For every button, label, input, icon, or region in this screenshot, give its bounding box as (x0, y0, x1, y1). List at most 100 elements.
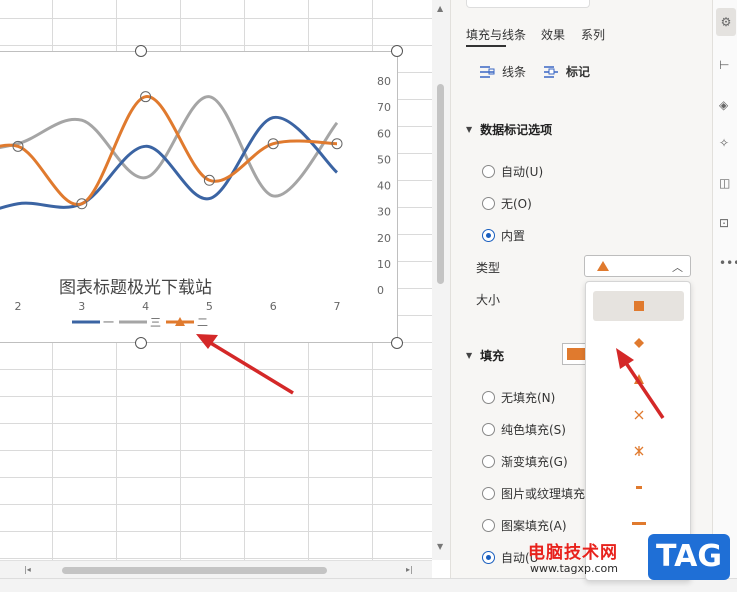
radio-label: 无(O) (501, 197, 532, 211)
caret-down-icon: ▼ (466, 351, 473, 360)
layout-icon[interactable]: ⊢ (719, 58, 729, 72)
radio-marker-none[interactable]: 无(O) (482, 195, 532, 212)
radio-marker-auto[interactable]: 自动(U) (482, 163, 543, 180)
radio-label: 纯色填充(S) (501, 423, 566, 437)
fill-section-title: 填充 (480, 349, 505, 363)
more-icon[interactable]: ••• (719, 256, 737, 270)
grid-row-line (0, 396, 432, 397)
scrollbar-thumb[interactable] (62, 567, 327, 574)
marker-option-diamond[interactable] (593, 328, 684, 358)
radio-label: 无填充(N) (501, 391, 556, 405)
scroll-right-arrow[interactable]: ▸| (406, 565, 413, 574)
watermark-text: 电脑技术网 (528, 543, 618, 563)
radio-label: 图案填充(A) (501, 519, 567, 533)
grid-row-line (0, 450, 432, 451)
resize-handle-top[interactable] (135, 45, 147, 57)
radio-fill-none[interactable]: 无填充(N) (482, 389, 555, 406)
vertical-scrollbar[interactable]: ▲ ▼ (432, 0, 450, 560)
panel-top-box (466, 0, 590, 8)
x-tick-label: 7 (334, 300, 341, 313)
grid-row-line (0, 477, 432, 478)
marker-icon (544, 65, 558, 78)
subtab-marker[interactable]: 标记 (542, 63, 590, 80)
radio-button[interactable] (482, 487, 495, 500)
tab-series[interactable]: 系列 (581, 26, 605, 43)
diamond-marker-icon (633, 338, 644, 348)
horizontal-scrollbar[interactable]: |◂ ▸| (0, 560, 432, 578)
y-tick-label: 50 (377, 153, 391, 166)
radio-fill-picture[interactable]: 图片或纹理填充 (482, 485, 585, 502)
y-tick-label: 20 (377, 232, 391, 245)
chart-plot: 0 10 20 30 40 50 60 70 80 2 3 4 5 6 7 一 三 二 (0, 75, 391, 329)
long-dash-marker-icon (631, 522, 646, 525)
x-tick-label: 2 (15, 300, 22, 313)
legend-label: 三 (150, 316, 161, 329)
radio-button[interactable] (482, 229, 495, 242)
legend-label: 一 (103, 316, 114, 329)
radio-button[interactable] (482, 165, 495, 178)
map-icon[interactable]: ◫ (719, 176, 730, 190)
tools-icon[interactable]: ✧ (719, 136, 729, 150)
line-icon (480, 65, 495, 78)
triangle-marker-icon (597, 261, 609, 271)
grid-row-line (0, 504, 432, 505)
radio-fill-gradient[interactable]: 渐变填充(G) (482, 453, 568, 470)
watermark-url: www.tagxp.com (530, 562, 618, 575)
grid-row-line (0, 531, 432, 532)
scrollbar-thumb[interactable] (437, 84, 444, 284)
chevron-up-icon: ︿ (672, 261, 683, 274)
square-marker-icon (633, 301, 644, 311)
radio-button[interactable] (482, 391, 495, 404)
star-marker-icon (634, 446, 643, 456)
marker-option-short-dash[interactable] (593, 472, 684, 502)
share-icon[interactable]: ⊡ (719, 216, 729, 230)
radio-label: 内置 (501, 229, 526, 243)
type-label: 类型 (476, 261, 501, 275)
x-tick-label: 3 (78, 300, 85, 313)
triangle-marker-icon (633, 374, 644, 384)
tab-fill-line[interactable]: 填充与线条 (466, 26, 526, 43)
marker-option-x[interactable] (593, 400, 684, 430)
radio-fill-pattern[interactable]: 图案填充(A) (482, 517, 567, 534)
side-toolbar: ⚙ ⊢ ◈ ✧ ◫ ⊡ ••• (712, 0, 737, 578)
radio-button[interactable] (482, 519, 495, 532)
y-tick-label: 0 (377, 284, 384, 297)
radio-button[interactable] (482, 455, 495, 468)
radio-button[interactable] (482, 423, 495, 436)
grid-row-line (0, 423, 432, 424)
series-line-一 (0, 116, 339, 210)
radio-button[interactable] (482, 551, 495, 564)
x-marker-icon (634, 410, 643, 420)
marker-options-section[interactable]: ▼ 数据标记选项 (466, 121, 552, 138)
subtab-line[interactable]: 线条 (478, 63, 526, 80)
chart-title[interactable]: 图表标题极光下载站 (59, 273, 259, 298)
marker-option-square[interactable] (593, 291, 684, 321)
subtab-marker-label: 标记 (566, 65, 591, 79)
resize-handle-bottom[interactable] (135, 337, 147, 349)
spreadsheet-grid[interactable]: 0 10 20 30 40 50 60 70 80 2 3 4 5 6 7 一 三 二 图表标题极光下载站 (0, 0, 432, 560)
scroll-down-arrow[interactable]: ▼ (437, 542, 443, 551)
tab-active-underline (466, 45, 506, 47)
line-chart[interactable]: 0 10 20 30 40 50 60 70 80 2 3 4 5 6 7 一 三 二 图表标题极光下载站 (0, 51, 398, 343)
marker-option-star[interactable] (593, 436, 684, 466)
style-icon[interactable]: ◈ (719, 98, 728, 112)
y-tick-label: 80 (377, 75, 391, 88)
marker-option-triangle[interactable] (593, 364, 684, 394)
watermark-tag-logo: TAG (648, 534, 730, 580)
y-tick-label: 30 (377, 206, 391, 219)
scroll-left-arrow[interactable]: |◂ (24, 565, 31, 574)
x-tick-label: 6 (270, 300, 277, 313)
resize-handle-bottom-right[interactable] (391, 337, 403, 349)
radio-fill-solid[interactable]: 纯色填充(S) (482, 421, 566, 438)
grid-row-line (0, 558, 432, 559)
fill-section[interactable]: ▼ 填充 (466, 347, 504, 364)
marker-type-select[interactable]: ︿ (584, 255, 691, 277)
scroll-up-arrow[interactable]: ▲ (437, 4, 443, 13)
caret-down-icon: ▼ (466, 125, 473, 134)
radio-button[interactable] (482, 197, 495, 210)
y-tick-label: 40 (377, 180, 391, 193)
tab-effects[interactable]: 效果 (541, 26, 565, 43)
property-icon[interactable]: ⚙ (716, 8, 736, 36)
resize-handle-top-right[interactable] (391, 45, 403, 57)
radio-marker-builtin[interactable]: 内置 (482, 227, 525, 244)
